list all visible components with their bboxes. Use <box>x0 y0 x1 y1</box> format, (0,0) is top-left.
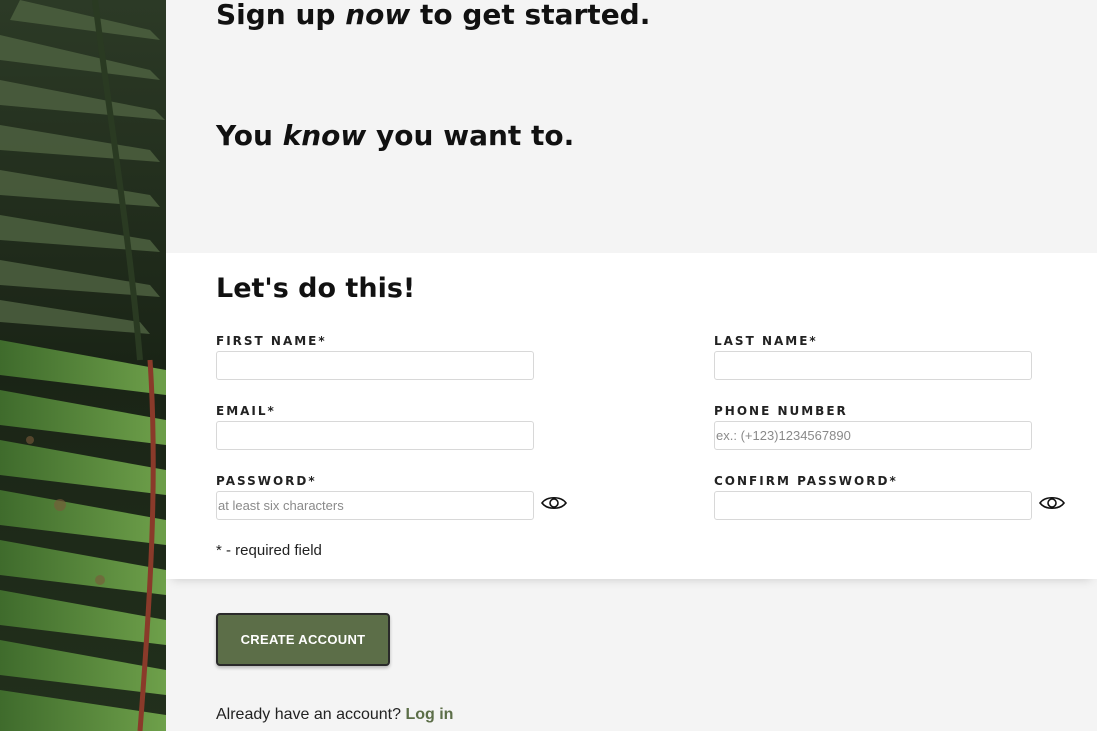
eye-icon[interactable] <box>541 495 567 511</box>
first-name-input[interactable] <box>216 351 534 380</box>
login-link[interactable]: Log in <box>405 706 453 723</box>
fern-background-image <box>0 0 166 731</box>
signup-form-card: Let's do this! FIRST NAME* LAST NAME* EM… <box>166 253 1097 579</box>
password-input[interactable] <box>216 491 534 520</box>
last-name-field: LAST NAME* <box>714 333 1032 380</box>
required-field-note: * - required field <box>216 542 322 559</box>
confirm-password-input[interactable] <box>714 491 1032 520</box>
create-account-button[interactable]: CREATE ACCOUNT <box>216 613 390 666</box>
password-field: PASSWORD* <box>216 473 534 520</box>
login-prompt: Already have an account? Log in <box>216 706 453 724</box>
confirm-password-label: CONFIRM PASSWORD* <box>714 474 898 488</box>
first-name-label: FIRST NAME* <box>216 334 327 348</box>
phone-input[interactable] <box>714 421 1032 450</box>
hero-line-1: Sign up now to get started. <box>216 0 651 31</box>
phone-label: PHONE NUMBER <box>714 404 848 418</box>
phone-field: PHONE NUMBER <box>714 403 1032 450</box>
login-prompt-text: Already have an account? <box>216 706 402 723</box>
last-name-label: LAST NAME* <box>714 334 818 348</box>
main-panel: Sign up now to get started. You know you… <box>166 0 1097 731</box>
last-name-input[interactable] <box>714 351 1032 380</box>
hero-line-2: You know you want to. <box>216 119 575 152</box>
first-name-field: FIRST NAME* <box>216 333 534 380</box>
form-heading: Let's do this! <box>216 273 416 304</box>
email-input[interactable] <box>216 421 534 450</box>
confirm-password-field: CONFIRM PASSWORD* <box>714 473 1032 520</box>
email-field: EMAIL* <box>216 403 534 450</box>
eye-icon[interactable] <box>1039 495 1065 511</box>
password-label: PASSWORD* <box>216 474 317 488</box>
email-label: EMAIL* <box>216 404 276 418</box>
